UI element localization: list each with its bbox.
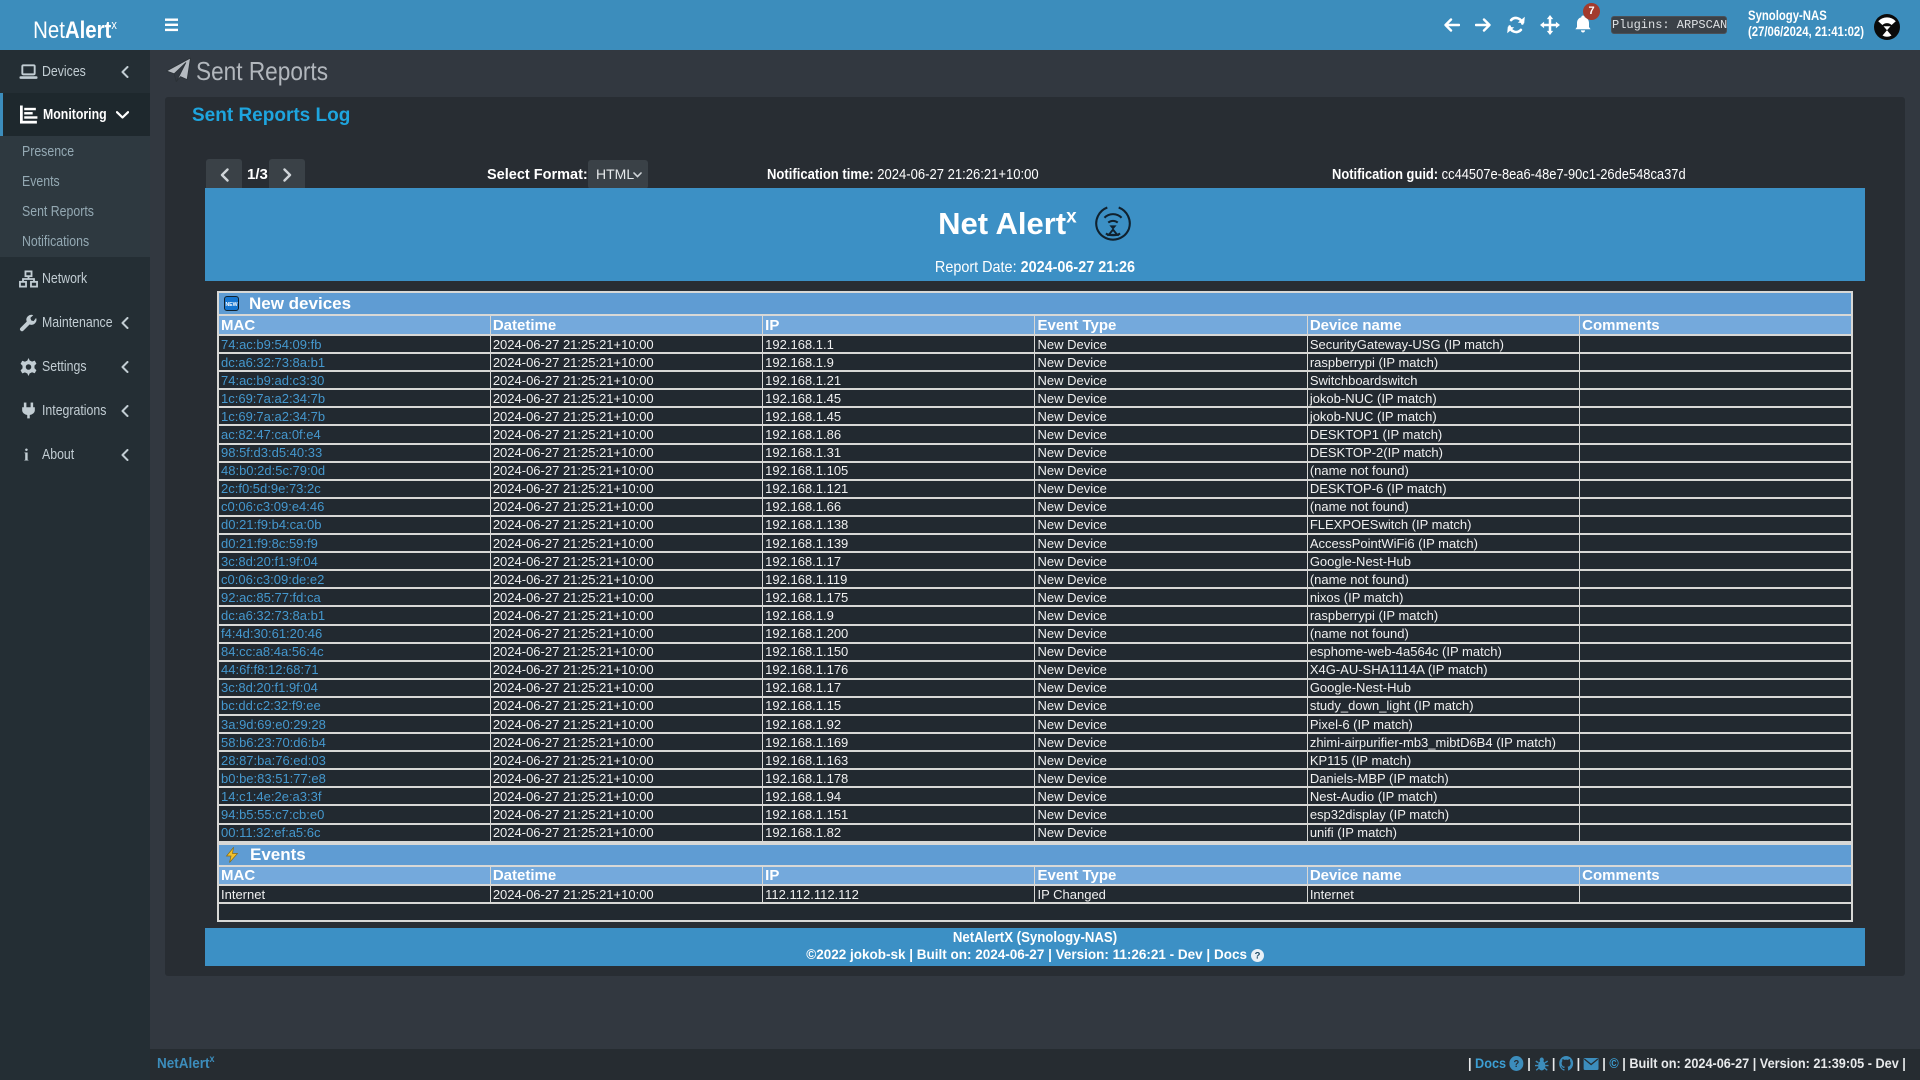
svg-text:?: ? xyxy=(1514,1059,1520,1070)
svg-text:?: ? xyxy=(1254,950,1260,961)
svg-text:NEW: NEW xyxy=(225,302,237,308)
